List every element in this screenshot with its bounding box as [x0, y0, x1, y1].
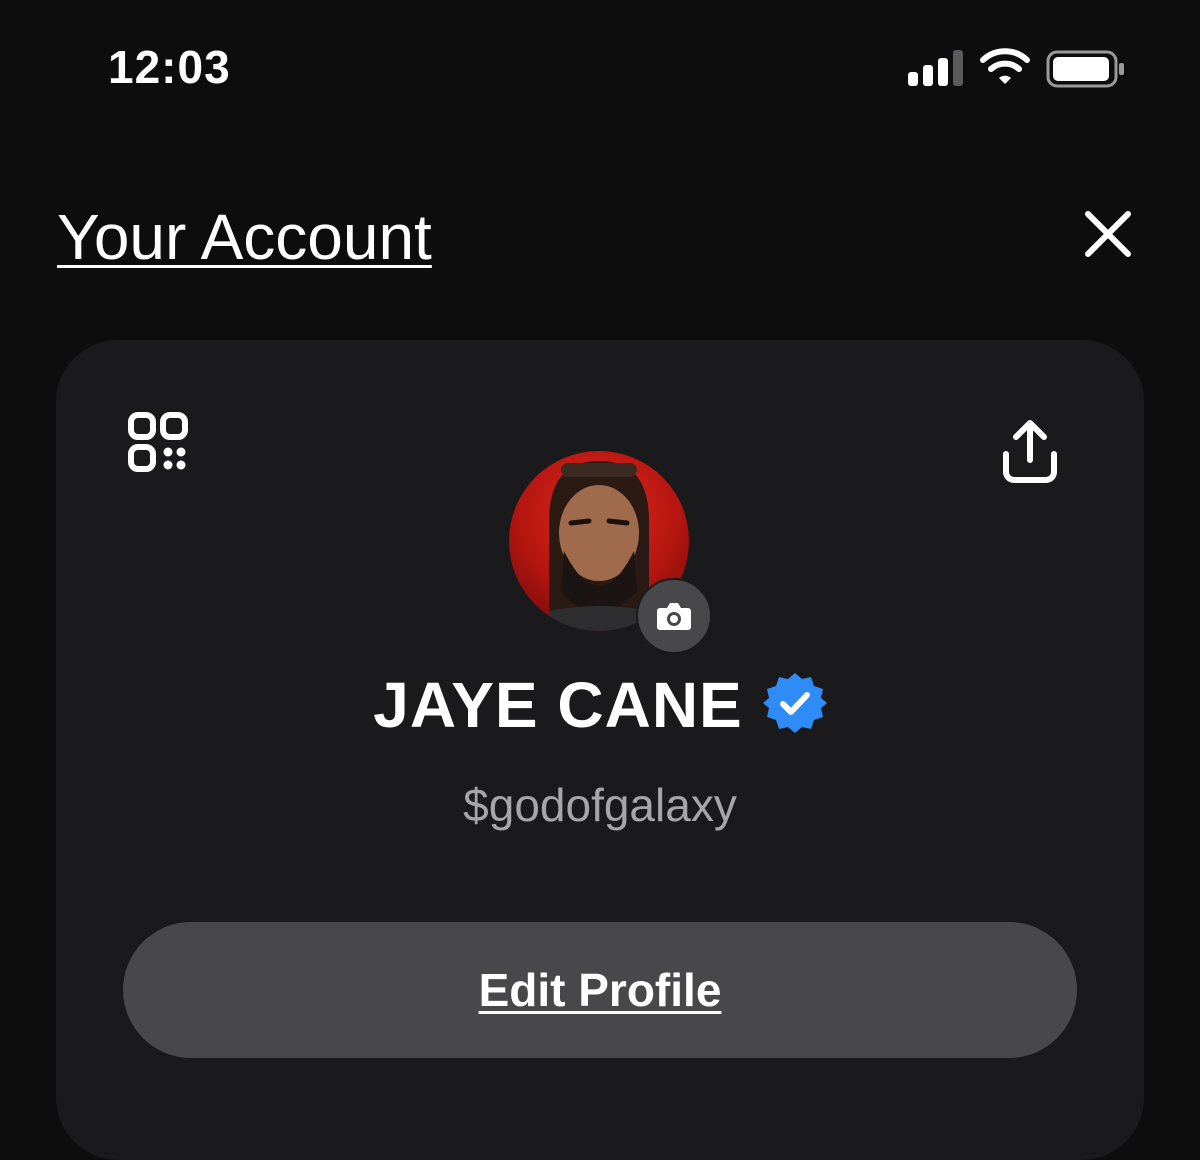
- battery-icon: [1046, 50, 1124, 88]
- change-photo-button[interactable]: [636, 578, 712, 654]
- verified-badge-icon: [762, 673, 827, 733]
- camera-icon: [657, 603, 691, 630]
- page-title: Your Account: [57, 201, 432, 273]
- wifi-icon: [980, 48, 1030, 84]
- profile-name: JAYE CANE: [373, 669, 743, 741]
- close-icon[interactable]: [1080, 206, 1136, 262]
- status-bar: 12:03: [0, 0, 1200, 140]
- qr-code-icon[interactable]: [128, 412, 188, 472]
- cashtag: $godofgalaxy: [463, 779, 737, 831]
- status-time: 12:03: [108, 41, 231, 93]
- profile-name-row: JAYE CANE: [0, 668, 1200, 742]
- cellular-signal-icon: [908, 50, 963, 86]
- share-icon[interactable]: [1000, 418, 1060, 484]
- edit-profile-button[interactable]: Edit Profile: [123, 922, 1077, 1058]
